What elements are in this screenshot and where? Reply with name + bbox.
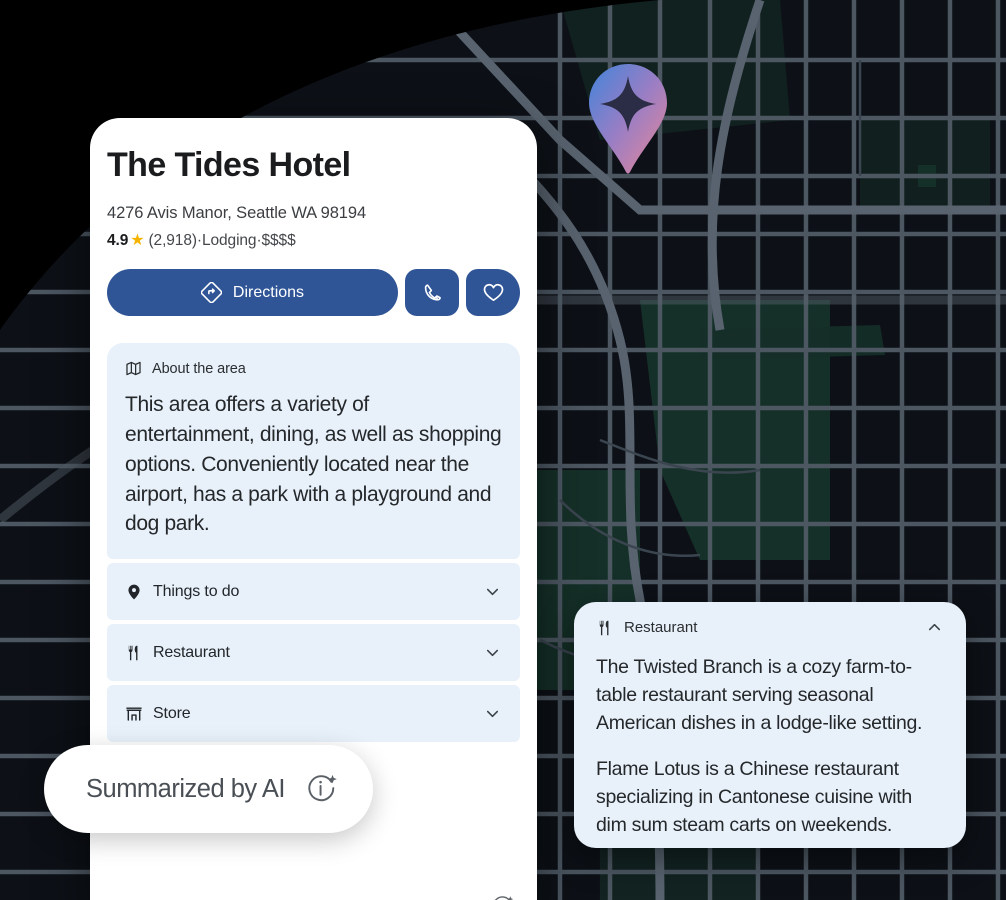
place-header: The Tides Hotel 4276 Avis Manor, Seattle… [90,118,537,317]
heart-icon [482,281,505,304]
sidebar-item-restaurant[interactable]: Restaurant [107,624,520,682]
directions-button-label: Directions [232,283,305,301]
sidebar-item-store[interactable]: Store [107,685,520,743]
about-the-area-header: About the area [125,360,502,377]
chevron-down-icon[interactable] [483,704,502,723]
page-title: The Tides Hotel [107,146,351,184]
price-level: $$$$ [261,232,296,250]
section-list: About the area This area offers a variet… [90,343,537,743]
chevron-up-icon[interactable] [925,618,944,637]
sidebar-item-label: Restaurant [153,643,230,661]
sidebar-item-things-to-do[interactable]: Things to do [107,563,520,621]
about-the-area-title: About the area [152,360,246,377]
ai-map-pin[interactable] [586,62,670,176]
sidebar-item-label: Store [153,704,191,722]
photo-strip [90,832,537,900]
summarized-by-ai-label: Summarized by AI [86,774,285,803]
screen-root: The Tides Hotel 4276 Avis Manor, Seattle… [0,0,1006,900]
rating-row: 4.9 ★ (2,918) · Lodging · $$$$ [107,232,520,250]
location-pin-icon [125,583,143,601]
review-count: (2,918) [148,232,198,250]
chevron-down-icon[interactable] [483,643,502,662]
star-icon: ★ [130,232,145,250]
restaurant-paragraph-1: The Twisted Branch is a cozy farm-to-tab… [596,656,923,735]
restaurant-fork-knife-icon [125,644,143,662]
map-folded-icon [125,360,142,377]
chevron-down-icon[interactable] [483,582,502,601]
about-the-area-text: This area offers a variety of entertainm… [125,393,502,536]
place-category: Lodging [201,232,257,250]
directions-diamond-icon [200,282,222,304]
directions-button[interactable]: Directions [107,269,398,317]
sidebar-item-label: Things to do [153,582,240,600]
about-the-area-card: About the area This area offers a variet… [107,343,520,560]
phone-icon [421,282,443,304]
store-front-icon [125,705,143,723]
restaurant-paragraph-2: Flame Lotus is a Chinese restaurant spec… [596,758,912,837]
info-sparkle-icon[interactable] [490,894,515,900]
rating-value: 4.9 [107,232,129,250]
place-address: 4276 Avis Manor, Seattle WA 98194 [107,204,367,223]
restaurant-card-header[interactable]: Restaurant [596,618,944,637]
save-button[interactable] [466,269,520,317]
restaurant-fork-knife-icon [596,619,614,637]
restaurant-summary-card: Restaurant The Twisted Branch is a cozy … [574,602,966,848]
call-button[interactable] [405,269,459,317]
summarized-by-ai-pill[interactable]: Summarized by AI [44,745,373,833]
action-button-row: Directions [107,269,520,317]
restaurant-card-title: Restaurant [624,619,698,636]
info-sparkle-icon[interactable] [304,772,339,807]
